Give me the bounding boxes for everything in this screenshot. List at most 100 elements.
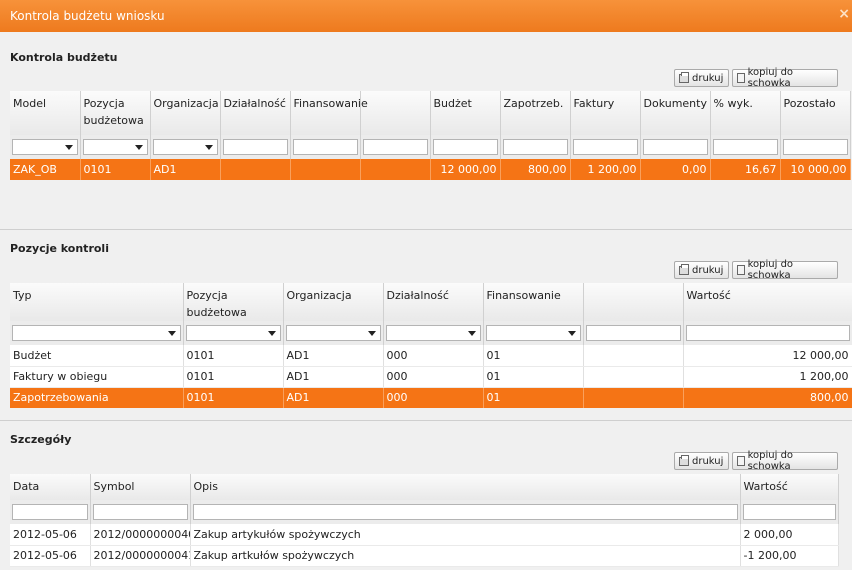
table-cell: 2012-05-06: [10, 545, 91, 567]
filter-input[interactable]: [742, 504, 836, 520]
filter-cell: [190, 500, 741, 524]
filter-cell: [780, 135, 851, 159]
table-cell: Budżet: [10, 345, 184, 367]
table-cell: 2012/0000000040: [90, 524, 191, 546]
filter-input[interactable]: [222, 139, 288, 155]
table-cell: 0101: [183, 366, 284, 388]
filter-cell: [740, 500, 839, 524]
filter-dropdown[interactable]: [152, 139, 218, 155]
column-header-blank-5[interactable]: [583, 283, 684, 321]
table-cell: Zakup artykułów spożywczych: [190, 524, 741, 546]
filter-dropdown[interactable]: [285, 325, 381, 341]
column-header-wartosc-3[interactable]: Wartość: [740, 474, 839, 500]
column-header-blank-5[interactable]: [360, 91, 431, 135]
filter-input[interactable]: [12, 504, 88, 520]
print-label: drukuj: [692, 72, 724, 84]
filter-dropdown[interactable]: [12, 325, 181, 341]
table-cell: 2012/0000000041: [90, 545, 191, 567]
column-header-zapotrzeb-7[interactable]: Zapotrzeb.: [500, 91, 571, 135]
filter-input[interactable]: [782, 139, 848, 155]
column-header-dokumenty-9[interactable]: Dokumenty: [640, 91, 711, 135]
filter-cell: [220, 135, 291, 159]
table-cell: 000: [383, 345, 484, 367]
filter-cell: [500, 135, 571, 159]
copy-label: kopiuj do schowka: [747, 67, 794, 89]
table-cell: Zakup artkułów spożywczych: [190, 545, 741, 567]
table-row[interactable]: 2012-05-06 2012/0000000041 Zakup artkułów …: [10, 545, 839, 567]
filter-dropdown[interactable]: [82, 139, 148, 155]
print-label: drukuj: [692, 455, 724, 467]
table-cell: 10 000,00: [780, 159, 851, 180]
control-panel-title: Pozycje kontroli: [10, 242, 109, 255]
table-cell: [220, 159, 291, 180]
table-row[interactable]: 2012-05-06 2012/0000000040 Zakup artykułów…: [10, 524, 839, 546]
column-header-organizacja-2[interactable]: Organizacja: [150, 91, 221, 135]
details-header-row: Data Symbol Opis Wartość: [10, 474, 839, 500]
column-header-model-0[interactable]: Model: [10, 91, 81, 135]
table-row[interactable]: ZAK_OB 0101 AD1 12 000,00 800,00 1 200,00 0,00…: [10, 159, 851, 180]
details-table: Data Symbol Opis Wartość 2012-05-06 2012/0000…: [10, 474, 839, 567]
filter-input[interactable]: [92, 504, 188, 520]
table-cell: 800,00: [683, 387, 852, 408]
filter-input[interactable]: [572, 139, 638, 155]
filter-input[interactable]: [585, 325, 681, 341]
details-panel-title: Szczegóły: [10, 433, 72, 446]
table-cell: 12 000,00: [683, 345, 852, 367]
column-header-dzialalnosc-3[interactable]: Działalność: [383, 283, 484, 321]
table-row[interactable]: Faktury w obiegu 0101 AD1 000 01 1 200,00: [10, 366, 852, 388]
column-header-pozostalo-11[interactable]: Pozostało: [780, 91, 851, 135]
column-header-organizacja-2[interactable]: Organizacja: [283, 283, 384, 321]
column-header-opis-2[interactable]: Opis: [190, 474, 741, 500]
printer-icon: [679, 71, 689, 83]
close-icon[interactable]: ×: [838, 6, 850, 22]
printer-icon: [679, 263, 689, 275]
filter-input[interactable]: [292, 139, 358, 155]
filter-input[interactable]: [642, 139, 708, 155]
column-header-data-0[interactable]: Data: [10, 474, 91, 500]
table-cell: [360, 159, 431, 180]
details-print-button[interactable]: drukuj: [674, 452, 729, 470]
column-header-wyk-10[interactable]: % wyk.: [710, 91, 781, 135]
filter-cell: [283, 321, 384, 345]
control-print-button[interactable]: drukuj: [674, 261, 729, 279]
filter-input[interactable]: [685, 325, 850, 341]
column-header-pozycja-budzetowa-1[interactable]: Pozycja budżetowa: [183, 283, 284, 321]
filter-dropdown[interactable]: [185, 325, 281, 341]
table-cell: 0,00: [640, 159, 711, 180]
column-header-typ-0[interactable]: Typ: [10, 283, 184, 321]
clipboard-icon: [737, 265, 745, 275]
filter-dropdown[interactable]: [385, 325, 481, 341]
table-row[interactable]: Budżet 0101 AD1 000 01 12 000,00: [10, 345, 852, 367]
table-cell: [290, 159, 361, 180]
filter-input[interactable]: [432, 139, 498, 155]
control-copy-button[interactable]: kopiuj do schowka: [732, 259, 838, 281]
column-header-finansowanie-4[interactable]: Finansowanie: [290, 91, 368, 135]
filter-input[interactable]: [362, 139, 428, 155]
table-cell: 01: [483, 366, 584, 388]
filter-cell: [583, 321, 684, 345]
details-copy-button[interactable]: kopiuj do schowka: [732, 450, 838, 472]
table-cell: 0101: [183, 345, 284, 367]
filter-cell: [430, 135, 501, 159]
column-header-symbol-1[interactable]: Symbol: [90, 474, 191, 500]
filter-input[interactable]: [712, 139, 778, 155]
column-header-finansowanie-4[interactable]: Finansowanie: [483, 283, 584, 321]
column-header-dzialalnosc-3[interactable]: Działalność: [220, 91, 291, 135]
table-cell: 1 200,00: [570, 159, 641, 180]
filter-dropdown[interactable]: [485, 325, 581, 341]
copy-label: kopiuj do schowka: [747, 259, 794, 281]
budget-copy-button[interactable]: kopiuj do schowka: [732, 67, 838, 89]
budget-print-button[interactable]: drukuj: [674, 69, 729, 87]
column-header-faktury-8[interactable]: Faktury: [570, 91, 641, 135]
table-cell: 01: [483, 387, 584, 408]
column-header-budzet-6[interactable]: Budżet: [430, 91, 501, 135]
filter-dropdown[interactable]: [12, 139, 78, 155]
table-cell: AD1: [150, 159, 221, 180]
filter-cell: [10, 500, 91, 524]
column-header-pozycja-budzetowa-1[interactable]: Pozycja budżetowa: [80, 91, 151, 135]
filter-input[interactable]: [502, 139, 568, 155]
table-row[interactable]: Zapotrzebowania 0101 AD1 000 01 800,00: [10, 387, 852, 408]
column-header-wartosc-6[interactable]: Wartość: [683, 283, 852, 321]
table-cell: 1 200,00: [683, 366, 852, 388]
filter-input[interactable]: [192, 504, 738, 520]
